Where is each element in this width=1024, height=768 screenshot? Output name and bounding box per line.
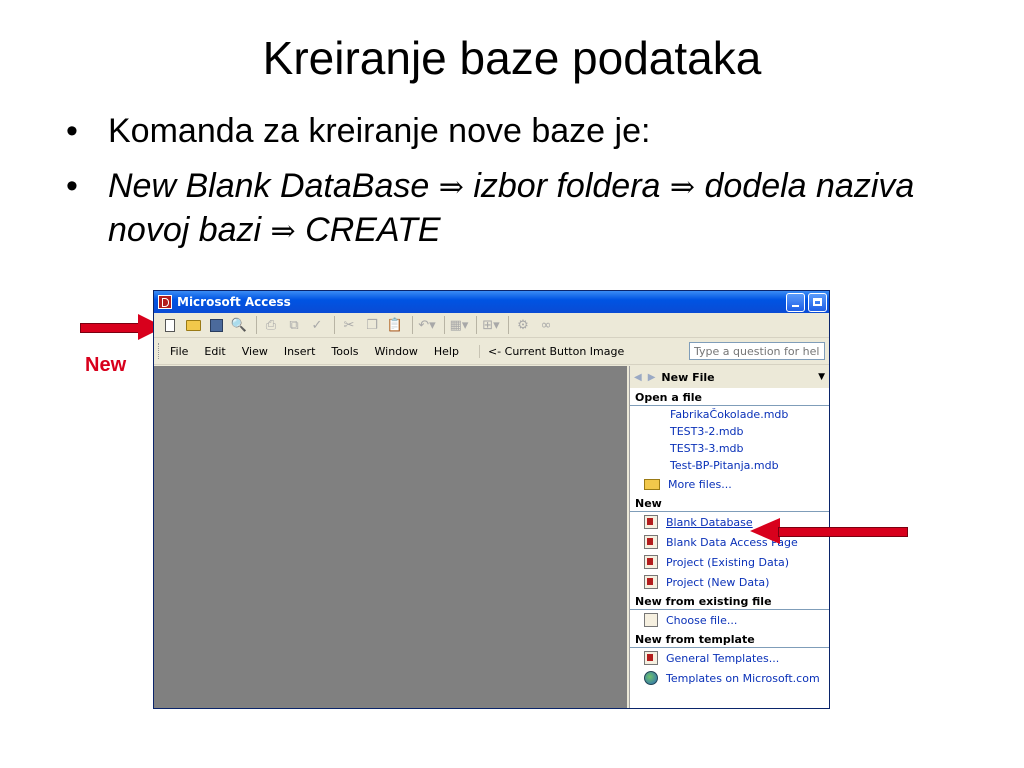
section-new-from-template: New from template xyxy=(630,630,829,648)
menu-help[interactable]: Help xyxy=(434,345,459,358)
implies-arrow: ⇒ xyxy=(270,214,296,249)
bullet-text-part: izbor foldera xyxy=(463,167,670,205)
project-icon xyxy=(644,575,658,589)
bullet-text-part: New Blank DataBase xyxy=(108,167,439,205)
templates-online-link[interactable]: Templates on Microsoft.com xyxy=(630,668,829,688)
task-pane-title: New File xyxy=(661,370,715,384)
relationships-icon[interactable]: ⊞▾ xyxy=(481,315,501,335)
print-icon[interactable]: ⎙ xyxy=(261,315,281,335)
toolbar-separator xyxy=(334,316,335,334)
bullet-text: New Blank DataBase ⇒ izbor foldera ⇒ dod… xyxy=(108,167,914,249)
choose-file-icon xyxy=(644,613,658,627)
search-icon[interactable]: 🔍 xyxy=(229,315,249,335)
new-icon[interactable] xyxy=(160,315,180,335)
recent-file-link[interactable]: TEST3-3.mdb xyxy=(630,440,829,457)
title-bar: Microsoft Access xyxy=(154,291,829,313)
toolbar-separator xyxy=(508,316,509,334)
menu-view[interactable]: View xyxy=(242,345,268,358)
toolbar-separator xyxy=(256,316,257,334)
bullet-item: • Komanda za kreiranje nove baze je: xyxy=(66,110,966,153)
window-title: Microsoft Access xyxy=(177,295,291,309)
paste-icon[interactable]: 📋 xyxy=(385,315,405,335)
access-window: Microsoft Access 🔍 ⎙ ⧉ ✓ ✂ ❐ 📋 ↶▾ ▦▾ ⊞▾ … xyxy=(153,290,830,709)
spelling-icon[interactable]: ✓ xyxy=(307,315,327,335)
general-templates-link[interactable]: General Templates... xyxy=(630,648,829,668)
menu-insert[interactable]: Insert xyxy=(284,345,316,358)
current-button-image[interactable]: <- Current Button Image xyxy=(478,344,624,358)
restore-button[interactable] xyxy=(808,292,827,312)
globe-icon xyxy=(644,671,658,685)
menu-edit[interactable]: Edit xyxy=(204,345,225,358)
database-icon xyxy=(644,515,658,529)
template-icon xyxy=(644,651,658,665)
copy-icon[interactable]: ❐ xyxy=(362,315,382,335)
choose-file-link[interactable]: Choose file... xyxy=(630,610,829,630)
workspace-area xyxy=(154,366,627,708)
menu-window[interactable]: Window xyxy=(375,345,418,358)
toolbar-separator xyxy=(476,316,477,334)
save-icon[interactable] xyxy=(206,315,226,335)
standard-toolbar: 🔍 ⎙ ⧉ ✓ ✂ ❐ 📋 ↶▾ ▦▾ ⊞▾ ⚙ ∞ xyxy=(154,313,829,338)
bullet-item: • New Blank DataBase ⇒ izbor foldera ⇒ d… xyxy=(66,165,966,253)
code-icon[interactable]: ∞ xyxy=(536,315,556,335)
toolbar-grip[interactable] xyxy=(158,343,162,359)
recent-file-link[interactable]: TEST3-2.mdb xyxy=(630,423,829,440)
bullet-marker: • xyxy=(66,167,78,205)
folder-icon xyxy=(644,478,660,490)
help-search-input[interactable] xyxy=(689,342,825,360)
bullet-marker: • xyxy=(66,112,78,150)
analyze-icon[interactable]: ▦▾ xyxy=(449,315,469,335)
section-open-a-file: Open a file xyxy=(630,388,829,406)
minimize-button[interactable] xyxy=(786,292,805,312)
office-links-icon[interactable]: ⚙ xyxy=(513,315,533,335)
undo-icon[interactable]: ↶▾ xyxy=(417,315,437,335)
print-preview-icon[interactable]: ⧉ xyxy=(284,315,304,335)
implies-arrow: ⇒ xyxy=(438,170,464,205)
annotation-label-new: New xyxy=(85,354,127,376)
toolbar-separator xyxy=(444,316,445,334)
annotation-arrow-blank-database xyxy=(750,518,910,544)
more-files-link[interactable]: More files... xyxy=(630,474,829,494)
section-new: New xyxy=(630,494,829,512)
toolbar-separator xyxy=(412,316,413,334)
cut-icon[interactable]: ✂ xyxy=(339,315,359,335)
implies-arrow: ⇒ xyxy=(669,170,696,205)
slide-title: Kreiranje baze podataka xyxy=(262,32,762,84)
recent-file-link[interactable]: FabrikaČokolade.mdb xyxy=(630,406,829,423)
forward-arrow-icon[interactable]: ▶ xyxy=(648,372,656,383)
task-pane-header: ◀ ▶ New File ▼ xyxy=(630,366,829,388)
chevron-down-icon[interactable]: ▼ xyxy=(818,372,825,382)
data-access-page-icon xyxy=(644,535,658,549)
access-app-icon xyxy=(158,295,172,309)
project-existing-data-link[interactable]: Project (Existing Data) xyxy=(630,552,829,572)
open-icon[interactable] xyxy=(183,315,203,335)
bullet-list: • Komanda za kreiranje nove baze je: • N… xyxy=(66,110,966,265)
menu-bar: File Edit View Insert Tools Window Help … xyxy=(154,338,829,365)
project-new-data-link[interactable]: Project (New Data) xyxy=(630,572,829,592)
back-arrow-icon[interactable]: ◀ xyxy=(634,372,642,383)
menu-tools[interactable]: Tools xyxy=(331,345,358,358)
menu-file[interactable]: File xyxy=(170,345,188,358)
project-icon xyxy=(644,555,658,569)
recent-file-link[interactable]: Test-BP-Pitanja.mdb xyxy=(630,457,829,474)
section-new-from-existing: New from existing file xyxy=(630,592,829,610)
bullet-text-part: CREATE xyxy=(295,211,441,249)
bullet-text: Komanda za kreiranje nove baze je: xyxy=(108,112,651,150)
